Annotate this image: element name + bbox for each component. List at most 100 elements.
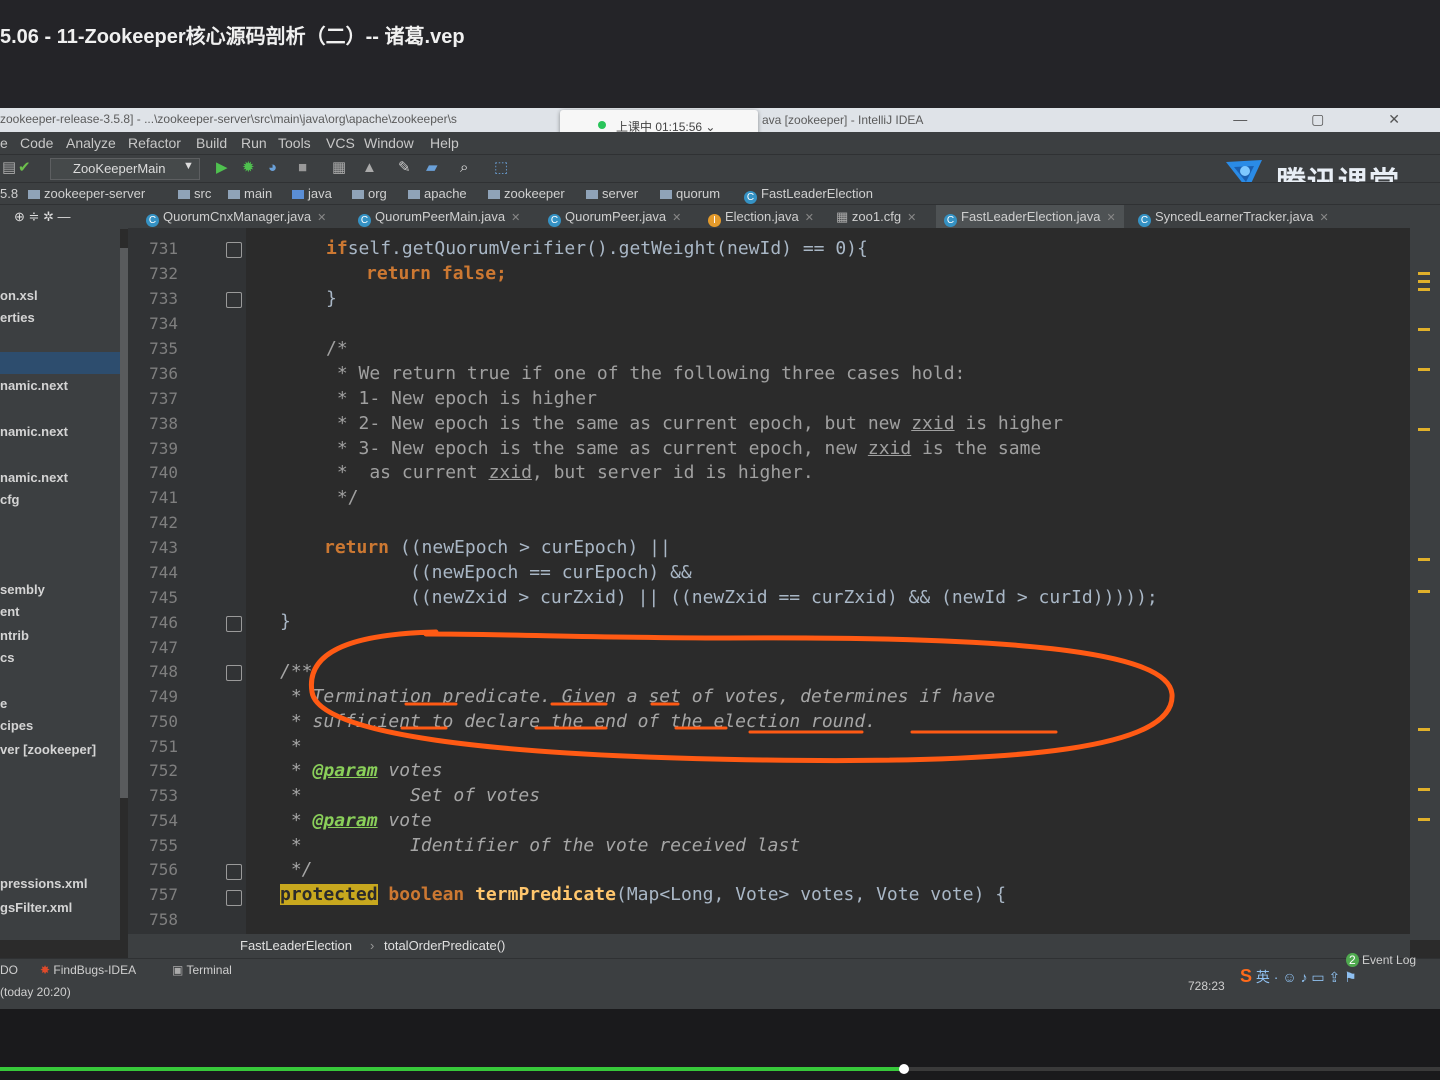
nav-item-apache[interactable]: apache [408, 186, 467, 201]
progress-fill [0, 1067, 904, 1071]
build-project-icon[interactable]: ▦ [332, 159, 346, 177]
menu-window[interactable]: Window [364, 135, 414, 151]
fold-marker-icon[interactable] [226, 864, 242, 880]
menu-tools[interactable]: Tools [278, 135, 311, 151]
nav-item-class[interactable]: C FastLeaderElection [744, 186, 873, 204]
sidebar-item[interactable]: on.xsl [0, 288, 38, 303]
navigation-bar: 5.8 zookeeper-server src main java org a… [0, 182, 1440, 205]
sogou-input-icon[interactable]: S [1240, 966, 1252, 986]
nav-item-server[interactable]: server [586, 186, 638, 201]
breadcrumb-method[interactable]: totalOrderPredicate() [384, 938, 505, 953]
sidebar-item[interactable]: ntrib [0, 628, 29, 643]
nav-item-src[interactable]: src [178, 186, 211, 201]
tab-election[interactable]: I Election.java ✕ [708, 205, 814, 229]
tab-quorumpeer[interactable]: C QuorumPeer.java ✕ [548, 205, 681, 229]
debug-icon[interactable]: ✹ [242, 159, 255, 177]
menu-build[interactable]: Build [196, 135, 227, 151]
sidebar-item[interactable]: cs [0, 650, 14, 665]
editor-tabs: ⊕ ≑ ✲ — C QuorumCnxManager.java ✕ C QuorumP… [0, 204, 1440, 232]
sidebar-item[interactable]: cipes [0, 718, 33, 733]
tab-zoo1-cfg[interactable]: ▦ zoo1.cfg ✕ [836, 205, 916, 229]
window-app-name: ava [zookeeper] - IntelliJ IDEA [762, 113, 924, 127]
terminal-tool-button[interactable]: ▣ Terminal [172, 963, 232, 977]
line-number: 753 [149, 786, 178, 805]
nav-item-main[interactable]: main [228, 186, 272, 201]
menu-refactor[interactable]: Refactor [128, 135, 181, 151]
run-icon[interactable]: ▶ [216, 159, 228, 177]
cursor-position[interactable]: 728:23 [1188, 979, 1225, 993]
line-number-gutter: 731 732 733 734 735 736 737 738 739 740 … [128, 228, 246, 940]
project-structure-icon[interactable]: ▤ [2, 159, 16, 177]
tray-icons[interactable]: · ☺ ♪ ▭ ⇪ ⚑ [1274, 969, 1357, 985]
nav-item-org[interactable]: org [352, 186, 387, 201]
nav-item-quorum[interactable]: quorum [660, 186, 720, 201]
nav-item[interactable]: 5.8 [0, 186, 18, 201]
menu-edit[interactable]: e [0, 135, 8, 151]
sidebar-scrollbar[interactable] [120, 248, 128, 798]
window-controls[interactable]: — ▢ ✕ [1233, 111, 1430, 128]
sidebar-item[interactable]: namic.next [0, 378, 68, 393]
coverage-icon[interactable]: ◕ [268, 159, 277, 177]
fold-marker-icon[interactable] [226, 890, 242, 906]
package-icon [586, 190, 598, 199]
vcs-icon[interactable]: ⬚ [494, 159, 508, 177]
menu-bar: e Code Analyze Refactor Build Run Tools … [0, 132, 1440, 154]
sidebar-item[interactable]: e [0, 696, 7, 711]
line-number: 757 [149, 885, 178, 904]
line-number: 746 [149, 613, 178, 632]
todo-tool-button[interactable]: DO [0, 963, 18, 977]
line-number: 736 [149, 364, 178, 383]
line-number: 742 [149, 513, 178, 532]
warning-marker [1418, 272, 1430, 275]
run-config-dropdown[interactable]: ZooKeeperMain ▼ [50, 158, 200, 180]
annotation-circle [308, 629, 1175, 764]
code-line-731: ifself.getQuorumVerifier().getWeight(new… [326, 238, 868, 259]
sidebar-item[interactable]: namic.next [0, 470, 68, 485]
tab-quorumpeermain[interactable]: C QuorumPeerMain.java ✕ [358, 205, 520, 229]
search-icon[interactable]: ⌕ [460, 159, 468, 177]
ime-language[interactable]: 英 [1256, 969, 1270, 985]
warning-marker [1418, 558, 1430, 561]
line-number: 755 [149, 836, 178, 855]
sidebar-item[interactable]: ver [zookeeper] [0, 742, 96, 757]
code-line-741: */ [326, 487, 359, 508]
fold-marker-icon[interactable] [226, 292, 242, 308]
video-progress-bar[interactable] [0, 1064, 1440, 1074]
nav-item-zookeeper[interactable]: zookeeper [488, 186, 565, 201]
sidebar-item[interactable]: erties [0, 310, 35, 325]
stop-icon[interactable]: ■ [298, 159, 307, 177]
line-number: 733 [149, 289, 178, 308]
fold-marker-icon[interactable] [226, 616, 242, 632]
breadcrumb-class[interactable]: FastLeaderElection [240, 938, 352, 953]
code-editor[interactable]: ifself.getQuorumVerifier().getWeight(new… [246, 228, 1410, 940]
fold-marker-icon[interactable] [226, 242, 242, 258]
sidebar-item[interactable]: gsFilter.xml [0, 900, 72, 915]
error-stripe[interactable] [1410, 228, 1440, 940]
code-line-743: return ((newEpoch > curEpoch) || [324, 537, 671, 558]
settings-wrench-icon[interactable]: ✎ [398, 159, 411, 177]
sidebar-item[interactable]: cfg [0, 492, 20, 507]
sidebar-item[interactable]: pressions.xml [0, 876, 87, 891]
line-number: 743 [149, 538, 178, 557]
fold-marker-icon[interactable] [226, 665, 242, 681]
bug-icon: ✸ [40, 963, 51, 977]
nav-item-module[interactable]: zookeeper-server [28, 186, 145, 201]
line-number: 737 [149, 389, 178, 408]
sidebar-tool-icons[interactable]: ⊕ ≑ ✲ — [14, 205, 71, 229]
nav-item-java[interactable]: java [292, 186, 332, 201]
tab-quorumcnxmanager[interactable]: C QuorumCnxManager.java ✕ [146, 205, 326, 229]
menu-code[interactable]: Code [20, 135, 53, 151]
findbugs-tool-button[interactable]: ✸ FindBugs-IDEA [40, 963, 136, 977]
menu-analyze[interactable]: Analyze [66, 135, 116, 151]
sidebar-item[interactable]: ent [0, 604, 20, 619]
sdk-icon[interactable]: ▲ [362, 159, 377, 177]
tab-syncedlearnertracker[interactable]: C SyncedLearnerTracker.java ✕ [1138, 205, 1329, 229]
sidebar-item[interactable]: sembly [0, 582, 45, 597]
menu-help[interactable]: Help [430, 135, 459, 151]
project-folder-icon[interactable]: ▰ [426, 159, 438, 177]
menu-vcs[interactable]: VCS [326, 135, 355, 151]
menu-run[interactable]: Run [241, 135, 267, 151]
build-hammer-icon[interactable]: ✔ [18, 159, 31, 177]
sidebar-item[interactable]: namic.next [0, 424, 68, 439]
event-log-button[interactable]: 2 Event Log [1346, 953, 1416, 967]
